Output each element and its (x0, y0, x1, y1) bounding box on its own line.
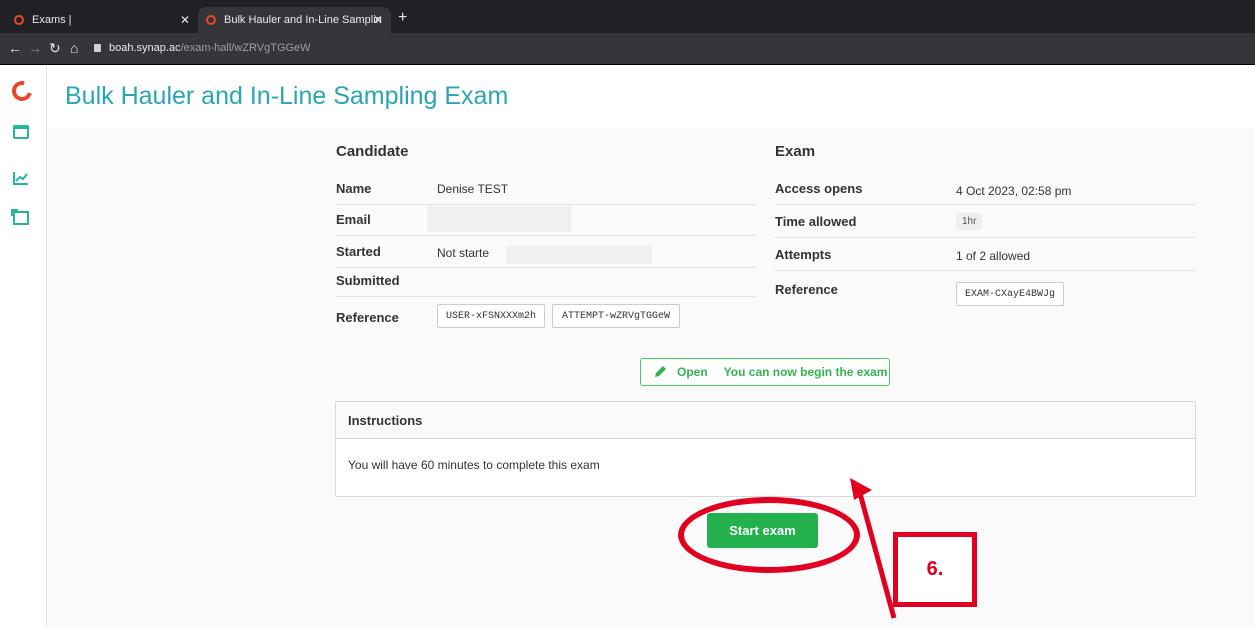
divider (775, 270, 1195, 271)
annotation-ellipse (678, 497, 860, 573)
exam-heading: Exam (775, 143, 816, 160)
address-bar: ← → ↻ ⌂ boah.synap.ac/exam-hall/wZRVgTGG… (0, 33, 1255, 65)
divider (775, 204, 1195, 205)
exam-reference-label: Reference (775, 282, 838, 297)
instructions-body: You will have 60 minutes to complete thi… (348, 458, 600, 472)
synap-logo-icon[interactable] (8, 77, 36, 105)
screen-icon[interactable] (11, 209, 29, 225)
favicon-icon (206, 15, 216, 25)
submitted-label: Submitted (336, 273, 400, 288)
sidebar (0, 65, 47, 627)
started-value: Not starte (437, 246, 490, 260)
page-title: Bulk Hauler and In-Line Sampling Exam (65, 82, 509, 110)
home-icon[interactable]: ⌂ (70, 40, 78, 56)
status-message: You can now begin the exam (723, 365, 888, 379)
divider (336, 204, 756, 205)
pencil-icon (655, 366, 666, 377)
browser-tab-bar: Exams | ✕ Bulk Hauler and In-Line Sampli… (0, 0, 1255, 33)
exam-status-box: Open You can now begin the exam (640, 358, 890, 386)
reference-label: Reference (336, 310, 399, 325)
status-label: Open (677, 365, 708, 379)
calendar-icon[interactable] (13, 125, 29, 139)
divider (336, 296, 756, 297)
attempt-reference[interactable]: ATTEMPT-wZRVgTGGeW (552, 304, 680, 328)
tab-label: Exams | (32, 14, 72, 26)
url-host: boah.synap.ac (109, 42, 181, 54)
user-reference[interactable]: USER-xFSNXXXm2h (437, 304, 545, 328)
access-opens-label: Access opens (775, 181, 863, 196)
instructions-heading: Instructions (336, 402, 1195, 439)
divider (336, 267, 756, 268)
time-allowed-label: Time allowed (775, 214, 857, 229)
attempts-label: Attempts (775, 247, 832, 262)
access-opens-value: 4 Oct 2023, 02:58 pm (956, 184, 1072, 198)
tab-exam-active[interactable]: Bulk Hauler and In-Line Samplin ✕ (198, 7, 391, 33)
email-label: Email (336, 212, 371, 227)
name-label: Name (336, 181, 372, 196)
chart-icon[interactable] (13, 171, 29, 185)
instructions-panel: Instructions You will have 60 minutes to… (335, 401, 1196, 497)
attempts-value: 1 of 2 allowed (956, 249, 1031, 263)
close-tab-icon[interactable]: ✕ (180, 13, 190, 27)
name-value: Denise TEST (437, 182, 509, 196)
started-redacted (506, 246, 652, 264)
email-redacted (427, 206, 571, 232)
favicon-icon (14, 15, 24, 25)
forward-icon[interactable]: → (28, 40, 42, 56)
url-field[interactable]: boah.synap.ac/exam-hall/wZRVgTGGeW (94, 42, 311, 54)
divider (775, 237, 1195, 238)
close-tab-icon[interactable]: ✕ (373, 13, 383, 27)
time-allowed-badge: 1hr (956, 213, 983, 230)
exam-reference[interactable]: EXAM-CXayE4BWJg (956, 282, 1064, 306)
lock-icon (94, 44, 101, 52)
reload-icon[interactable]: ↻ (49, 40, 61, 57)
candidate-heading: Candidate (336, 143, 409, 160)
url-path: /exam-hall/wZRVgTGGeW (180, 42, 311, 54)
divider (336, 235, 756, 236)
tab-exams[interactable]: Exams | ✕ (6, 7, 198, 33)
annotation-step-box: 6. (893, 532, 977, 607)
new-tab-icon[interactable]: + (398, 9, 407, 27)
started-label: Started (336, 244, 381, 259)
tab-label: Bulk Hauler and In-Line Samplin (224, 14, 382, 26)
back-icon[interactable]: ← (8, 40, 22, 56)
